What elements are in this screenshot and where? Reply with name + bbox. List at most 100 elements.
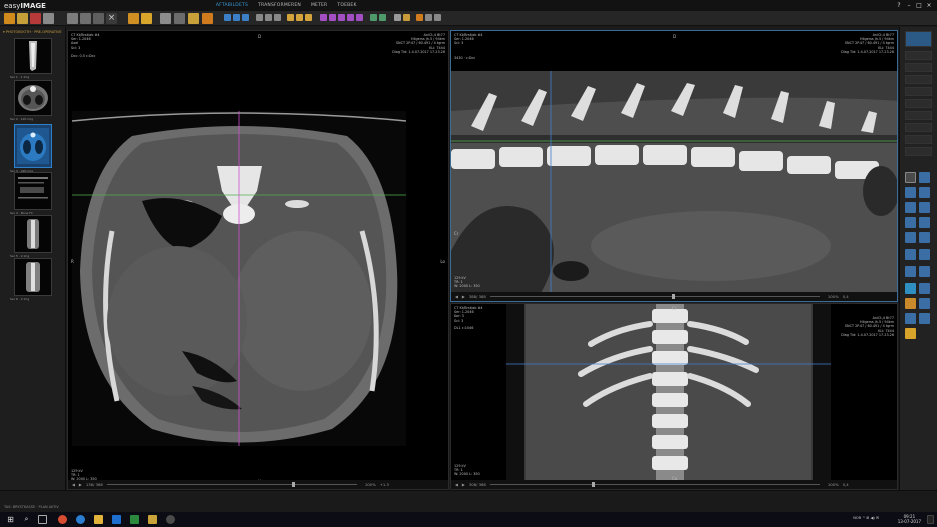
save-icon[interactable] [93,13,104,24]
menu-item-aftabildets[interactable]: AFTABILDETS [216,3,248,8]
grid-icon[interactable] [233,14,240,21]
logout-icon[interactable] [174,13,185,24]
viewport-axial[interactable]: CT Kt/Brst/ab #4 Ser: 1.2046 Axel Sci: 3… [67,30,449,490]
minimize-button[interactable]: – [904,1,914,10]
grid-view-icon[interactable] [905,249,916,260]
layout-1x2-icon[interactable] [919,187,930,198]
notifications-icon[interactable] [927,515,934,524]
report-icon[interactable] [141,13,152,24]
measure-area-icon[interactable] [338,14,345,21]
prev-frame-icon[interactable]: ◀ [455,294,458,299]
task-view-icon[interactable] [38,515,47,524]
layout-icon[interactable] [224,14,231,21]
sync-icon[interactable] [905,283,916,294]
zoom-icon[interactable] [296,14,303,21]
patient-header[interactable]: ▾ PHOTOBOOTH · PRE-OPERATIVE DOG [3,30,63,34]
thumbnail-series-1[interactable] [14,38,52,74]
chrome-icon[interactable] [58,515,67,524]
thumbnail-series-4[interactable] [14,172,52,210]
report-tool-icon[interactable] [905,328,916,339]
coronal-frame-slider[interactable] [489,482,820,487]
slider-knob[interactable] [591,482,595,487]
tools-tab[interactable] [905,99,932,108]
measure-line-icon[interactable] [320,14,327,21]
tools-tab[interactable] [905,111,932,120]
open-study-icon[interactable] [4,13,15,24]
prev-frame-icon[interactable]: ◀ [72,482,75,487]
menu-item-transformeren[interactable]: TRANSFORMEREN [258,3,301,8]
compare-icon[interactable] [919,266,930,277]
clock[interactable]: 09:21 13-07-2017 [898,514,921,524]
info-icon[interactable] [434,14,441,21]
easyimage-icon[interactable] [166,515,175,524]
3d-icon[interactable] [416,14,423,21]
layout-3x3-icon[interactable] [919,202,930,213]
close-image-icon[interactable]: × [106,13,117,24]
excel-icon[interactable] [130,515,139,524]
pan-icon[interactable] [287,14,294,21]
share-icon[interactable] [919,298,930,309]
search-icon[interactable] [43,13,54,24]
system-tray[interactable]: NOR ^ ⊞ ◀) ✉ [853,516,879,520]
prev-frame-icon[interactable]: ◀ [455,482,458,487]
play-icon[interactable]: ▶ [79,482,82,487]
layout-2x1-icon[interactable] [905,202,916,213]
link-icon[interactable] [919,283,930,294]
folder-icon[interactable] [148,515,157,524]
tools-tab-active[interactable] [905,31,932,47]
play-icon[interactable]: ▶ [462,482,465,487]
help-button[interactable]: ? [894,1,904,10]
fit-icon[interactable] [919,232,930,243]
monitor-icon[interactable] [905,172,916,183]
thumbnail-series-5[interactable] [14,215,52,253]
tools-tab[interactable] [905,51,932,60]
thumbnail-series-2[interactable] [14,80,52,116]
menu-item-meter[interactable]: METER [311,3,327,8]
delete-study-icon[interactable] [30,13,41,24]
layout-2x2-icon[interactable] [905,187,916,198]
roi-icon[interactable] [370,14,377,21]
edge-icon[interactable] [76,515,85,524]
split-view-icon[interactable] [905,266,916,277]
slider-knob[interactable] [291,482,295,487]
search-icon[interactable]: ⌕ [22,515,31,524]
film-icon[interactable] [919,313,930,324]
paste-icon[interactable] [80,13,91,24]
sagittal-frame-slider[interactable] [489,294,820,299]
slider-knob[interactable] [671,294,675,299]
settings-icon[interactable] [202,13,213,24]
list-view-icon[interactable] [919,249,930,260]
word-icon[interactable] [112,515,121,524]
play-icon[interactable]: ▶ [462,294,465,299]
tools-tab[interactable] [905,87,932,96]
tools-tab[interactable] [905,135,932,144]
mpr-icon[interactable] [403,14,410,21]
tools-tab[interactable] [905,63,932,72]
print-icon[interactable] [160,13,171,24]
series-icon[interactable] [242,14,249,21]
hu-probe-icon[interactable] [379,14,386,21]
rotate-left-icon[interactable] [256,14,263,21]
magnify-icon[interactable] [905,217,916,228]
maximize-button[interactable]: □ [914,1,924,10]
rotate-right-icon[interactable] [265,14,272,21]
reset-icon[interactable] [425,14,432,21]
thumbnail-series-6[interactable] [14,258,52,296]
tools-tab[interactable] [905,123,932,132]
export-icon[interactable] [128,13,139,24]
copy-icon[interactable] [67,13,78,24]
screenshot-icon[interactable] [905,313,916,324]
file-explorer-icon[interactable] [94,515,103,524]
measure-angle-icon[interactable] [329,14,336,21]
users-icon[interactable] [188,13,199,24]
start-icon[interactable]: ⊞ [6,515,15,524]
zoom-in-icon[interactable] [919,217,930,228]
layout-1x1-icon[interactable] [919,172,930,183]
cine-icon[interactable] [394,14,401,21]
folder-icon[interactable] [17,13,28,24]
tools-tab[interactable] [905,147,932,156]
tools-tab[interactable] [905,75,932,84]
axial-frame-slider[interactable] [106,482,357,487]
thumbnail-series-3[interactable] [14,124,52,168]
export-image-icon[interactable] [905,298,916,309]
